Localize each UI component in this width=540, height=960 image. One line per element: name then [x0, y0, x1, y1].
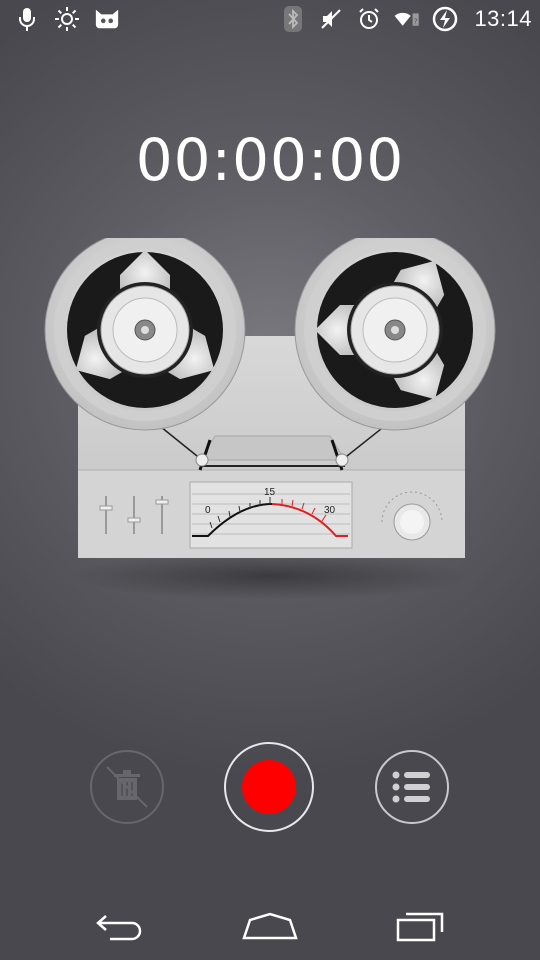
brightness-icon	[54, 6, 80, 32]
microphone-icon	[14, 6, 40, 32]
back-icon	[96, 915, 142, 941]
delete-button[interactable]	[90, 750, 164, 824]
bluetooth-icon	[280, 6, 306, 32]
list-icon	[392, 771, 430, 803]
tape-recorder-illustration: 0 15 30	[40, 229, 500, 600]
recording-timer: 00:00:00	[135, 126, 405, 194]
record-icon	[242, 760, 296, 814]
svg-text:?: ?	[414, 16, 418, 25]
trash-icon	[106, 766, 148, 808]
recents-icon	[396, 912, 444, 942]
mute-icon	[318, 6, 344, 32]
meter-label-max: 30	[324, 505, 336, 516]
wifi-icon: ?	[394, 6, 420, 32]
alarm-icon	[356, 6, 382, 32]
home-button[interactable]	[240, 906, 300, 946]
status-clock: 13:14	[474, 6, 532, 31]
cyanogen-icon	[94, 6, 120, 32]
battery-charging-icon	[432, 6, 458, 32]
right-reel	[294, 229, 496, 431]
meter-label-min: 0	[205, 505, 211, 516]
recordings-list-button[interactable]	[375, 750, 449, 824]
recorder-controls	[0, 740, 540, 840]
navigation-bar	[0, 890, 540, 960]
status-bar: ? 13:14	[0, 0, 540, 38]
record-button[interactable]	[224, 742, 314, 832]
recents-button[interactable]	[390, 906, 450, 946]
meter-label-mid: 15	[264, 487, 276, 498]
home-icon	[242, 912, 298, 940]
left-reel	[44, 229, 246, 431]
back-button[interactable]	[90, 906, 150, 946]
